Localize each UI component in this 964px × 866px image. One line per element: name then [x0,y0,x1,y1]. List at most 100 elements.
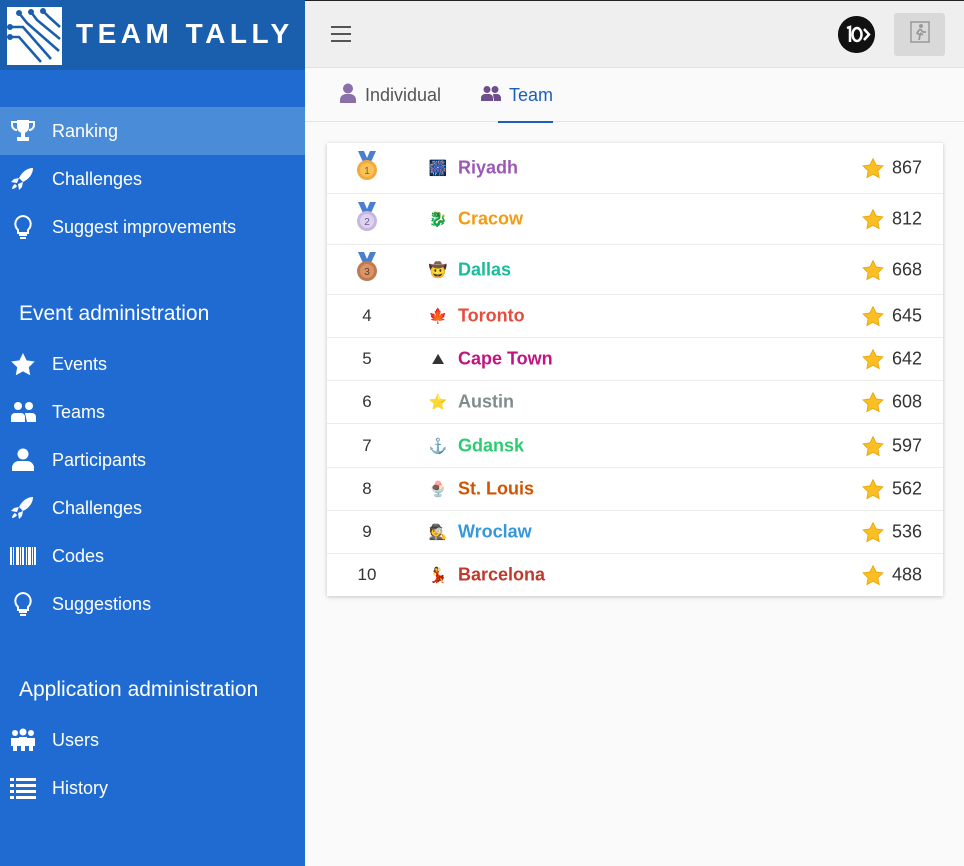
sidebar: TEAM TALLY Ranking Challenges Suggest im… [0,0,305,866]
nav-ranking[interactable]: Ranking [0,107,305,155]
team-points: 668 [892,259,923,279]
team-emoji: 🎆 [428,160,448,177]
ranking-row: 1 🎆 Riyadh 867 [327,143,943,193]
nav-suggest-improvements[interactable]: Suggest improvements [0,203,305,251]
tab-individual[interactable]: Individual [339,68,441,122]
team-name[interactable]: Dallas [458,259,511,280]
ranking-row: 9 🕵 Wroclaw 536 [327,510,943,553]
star-icon [862,478,884,500]
nav-history[interactable]: History [0,764,305,812]
team-points: 597 [892,435,923,455]
nav-suggestions[interactable]: Suggestions [0,580,305,628]
ranking-row: 10 💃 Barcelona 488 [327,553,943,596]
rank-number: 6 [362,392,372,411]
silver-medal-icon: 2 [354,201,380,237]
team-icon [10,400,36,424]
exit-icon [909,21,930,48]
nav-label: Suggestions [52,594,152,614]
team-points: 867 [892,157,923,178]
list-icon [10,776,36,800]
section-title-application-administration: Application administration [19,678,259,701]
top-bar [305,0,964,68]
team-name[interactable]: Austin [458,392,514,413]
nav-label: Users [52,730,100,750]
nav-label: Challenges [52,498,143,518]
person-icon [339,83,357,108]
nav-participants[interactable]: Participants [0,436,305,484]
team-points: 645 [892,305,923,326]
app-title: TEAM TALLY [76,18,294,49]
nav-label: History [52,778,109,798]
ranking-row: 5 ⛰ Cape Town 642 [327,337,943,380]
nav-admin-challenges[interactable]: Challenges [0,484,305,532]
team-name[interactable]: Toronto [458,306,525,327]
nav-challenges[interactable]: Challenges [0,155,305,203]
team-points: 488 [892,564,923,585]
ranking-row: 4 🍁 Toronto 645 [327,294,943,337]
rank-number: 8 [362,479,372,498]
ranking-row: 7 ⚓ Gdansk 597 [327,423,943,467]
rocket-icon [10,167,36,191]
rank-number: 9 [362,522,372,541]
team-name[interactable]: Cape Town [458,349,553,370]
medal-rank-number: 3 [364,267,370,278]
team-name[interactable]: Riyadh [458,158,518,179]
team-emoji: ⚓ [428,437,448,455]
team-name[interactable]: Gdansk [458,435,524,456]
lightbulb-icon [10,591,36,616]
star-icon [862,521,884,543]
bronze-medal-icon: 3 [354,252,380,287]
users-icon [10,728,36,752]
star-icon [862,435,884,457]
team-name[interactable]: Wroclaw [458,522,532,543]
nav-users[interactable]: Users [0,716,305,764]
rank-number: 4 [362,306,372,325]
trophy-icon [10,119,36,143]
nav-label: Teams [52,402,106,422]
rank-cell: 2 [327,194,407,244]
section-title-event-administration: Event administration [19,302,210,325]
nav-teams[interactable]: Teams [0,388,305,436]
team-points: 812 [892,208,923,229]
logout-button[interactable] [894,13,945,56]
star-icon [862,157,884,179]
nav-label: Participants [52,450,147,470]
star-icon [862,305,884,327]
team-emoji: 🐉 [428,211,448,228]
team-name[interactable]: Cracow [458,209,523,230]
nav-label: Suggest improvements [52,217,237,237]
team-points: 562 [892,478,923,499]
team-points: 642 [892,348,923,369]
medal-rank-number: 1 [364,166,370,177]
team-points: 608 [892,391,923,412]
team-emoji: 💃 [428,567,448,584]
people-icon [481,85,501,106]
team-name[interactable]: St. Louis [458,479,534,500]
nav-label: Ranking [52,121,119,141]
barcode-icon [10,544,36,568]
medal-rank-number: 2 [364,217,370,228]
gold-medal-icon: 1 [354,150,380,186]
rank-cell: 1 [327,143,407,193]
star-icon [10,352,36,376]
team-name[interactable]: Barcelona [458,565,545,586]
rank-cell: 3 [327,245,407,294]
hamburger-menu-icon[interactable] [331,26,353,44]
user-avatar[interactable] [838,16,875,53]
rocket-icon [10,496,36,520]
nav-label: Events [52,354,108,374]
ranking-row: 8 🍨 St. Louis 562 [327,467,943,510]
rank-number: 10 [357,565,377,584]
nav-codes[interactable]: Codes [0,532,305,580]
star-icon [862,208,884,230]
tab-team[interactable]: Team [481,68,554,123]
team-points: 536 [892,521,923,542]
brand-header: TEAM TALLY [0,0,305,70]
nav-events[interactable]: Events [0,340,305,388]
star-icon [862,348,884,370]
team-emoji: 🕵 [428,524,448,541]
team-emoji: ⛰ [431,350,445,368]
tab-label: Individual [365,84,442,105]
ranking-tabs: Individual Team [305,68,964,123]
star-icon [862,391,884,413]
